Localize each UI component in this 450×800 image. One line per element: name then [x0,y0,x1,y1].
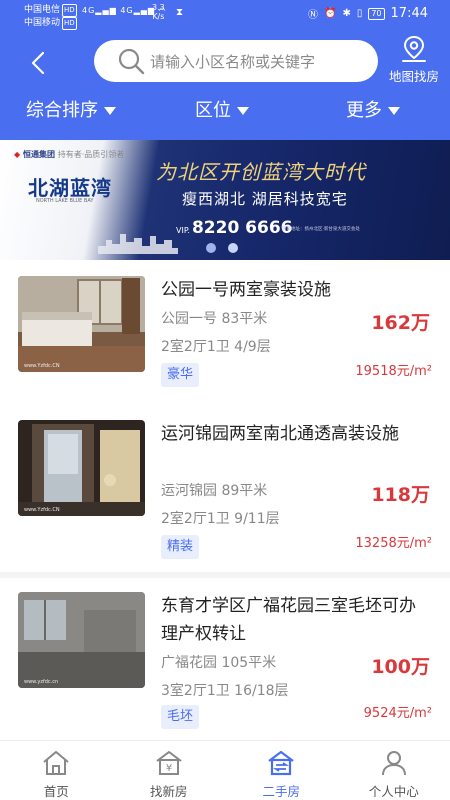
listing-unit-price: 19518元/m² [355,364,432,379]
nfc-icon: Ⓝ [307,10,318,21]
banner-group-name: 恒通集团 [22,150,55,159]
banner-group-slogan: 持有者·品质引领者 [57,150,125,159]
listing-tag: 豪华 [161,363,200,387]
user-icon [381,751,406,776]
listing-layout-floor: 3室2厅1卫 16/18层 [161,683,289,699]
listing-tag: 毛坯 [161,705,200,729]
promo-banner[interactable]: ◆ 恒通集团 持有者·品质引领者 北湖蓝湾 NORTH LAKE BLUE BA… [0,140,450,260]
status-bar: 中国电信 HD 中国移动 HD 4G▂▄▆ 4G▂▄▆ ◠ 3.3 K/s ⧗ Ⓝ … [0,0,450,30]
network-speed: 3.3 K/s [152,3,165,21]
carrier-1: 中国电信 [24,5,61,15]
banner-headline: 为北区开创蓝湾大时代 [156,160,366,184]
listing-title: 运河锦园两室南北通透高装设施 [161,424,399,444]
carrier-info: 中国电信 HD 中国移动 HD [24,4,77,30]
listing-unit-price: 13258元/m² [355,536,432,551]
listing-title: 东育才学区广福花园三室毛坯可办理产权转让 [161,596,416,644]
filter-bar: 综合排序 区位 更多 [0,96,450,126]
listing-community-area: 广福花园 105平米 [161,655,277,671]
svg-text:¥: ¥ [166,763,172,774]
banner-pagination [206,243,238,253]
triangle-down-icon [237,107,249,115]
filter-sort[interactable]: 综合排序 [26,96,116,122]
clock: 17:44 [390,6,428,21]
filter-sort-label: 综合排序 [26,100,98,121]
nav-second-hand[interactable]: 二手房 [225,741,338,800]
listing-total-price: 162万 [371,312,430,334]
banner-project-subtitle: NORTH LAKE BLUE BAY [36,198,94,204]
hd-badge: HD [62,4,77,17]
signal-icon: ▂▄▆ [95,6,117,15]
search-icon [118,48,145,75]
listing-photo: www.yzfdc.cn [18,592,145,688]
banner-project-name: 北湖蓝湾 [28,176,112,200]
listing-layout-floor: 2室2厅1卫 9/11层 [161,511,280,527]
bluetooth-icon: ✱ [342,8,351,19]
nav-profile-label: 个人中心 [368,784,419,799]
photo-watermark: www.Yzfdc.CN [24,507,60,513]
new-house-icon: ¥ [156,751,182,775]
map-pin-icon [402,35,426,62]
photo-watermark: www.yzfdc.cn [24,679,59,685]
search-placeholder: 请输入小区名称或关键字 [150,52,316,71]
listing-card[interactable]: www.Yzfdc.CN 运河锦园两室南北通透高装设施 运河锦园 89平米 2室… [0,406,450,578]
listing-tag: 精装 [161,535,200,559]
map-search-label: 地图找房 [388,69,439,84]
chevron-left-icon [31,51,45,75]
listing-community-area: 运河锦园 89平米 [161,483,268,499]
unfinished-room-photo [18,592,145,688]
second-hand-house-icon [268,750,294,776]
banner-group-logo: ◆ 恒通集团 持有者·品质引领者 [14,150,125,159]
skyline-illustration [98,234,178,254]
nav-new-house[interactable]: ¥ 找新房 [113,741,226,800]
banner-phone: 8220 6666 [191,218,293,238]
bedroom-photo [18,276,145,372]
banner-dot[interactable] [206,243,216,253]
listing-community-area: 公园一号 83平米 [161,311,268,327]
filter-district[interactable]: 区位 [195,96,249,122]
triangle-down-icon [104,107,116,115]
listing-photo: www.Yzfdc.CN [18,420,145,516]
nav-home[interactable]: 首页 [0,741,113,800]
back-button[interactable] [28,50,48,76]
bottom-nav: 首页 ¥ 找新房 二手房 个人中心 [0,740,450,800]
nav-profile[interactable]: 个人中心 [338,741,450,800]
nav-new-house-label: 找新房 [149,784,188,799]
living-room-photo [18,420,145,516]
banner-vip-label: VIP. [176,226,190,235]
listing-total-price: 118万 [371,484,430,506]
listing-layout-floor: 2室2厅1卫 4/9层 [161,339,271,355]
nav-home-label: 首页 [43,784,69,799]
search-input[interactable]: 请输入小区名称或关键字 [94,40,378,82]
listing-unit-price: 9524元/m² [363,706,432,721]
banner-hotline: VIP. 8220 6666 [176,218,293,238]
banner-dot[interactable] [228,243,238,253]
network-type-2: 4G [120,6,134,15]
banner-tagline: 瘦西湖北 湖居科技宽宅 [182,190,348,208]
filter-more-label: 更多 [346,100,382,121]
listing-total-price: 100万 [371,656,430,678]
speed-unit: K/s [152,12,165,21]
carrier-2: 中国移动 [24,18,61,28]
vibrate-icon: ▯ [356,8,363,19]
hourglass-icon: ⧗ [176,7,184,18]
home-icon [43,751,69,775]
listing-photo: www.Yzfdc.CN [18,276,145,372]
battery-icon: 70 [368,7,385,20]
filter-more[interactable]: 更多 [346,96,400,122]
app-header: 中国电信 HD 中国移动 HD 4G▂▄▆ 4G▂▄▆ ◠ 3.3 K/s ⧗ Ⓝ … [0,0,450,140]
listing-card[interactable]: www.yzfdc.cn 东育才学区广福花园三室毛坯可办理产权转让 广福花园 1… [0,578,450,758]
triangle-down-icon [388,107,400,115]
network-type-1: 4G [82,6,96,15]
filter-district-label: 区位 [195,100,231,121]
map-search-button[interactable]: 地图找房 [384,34,444,85]
speed-value: 3.3 [152,3,165,12]
banner-address: 项目地址：扬州北区·新甘泉大道交会处 [282,227,360,232]
photo-watermark: www.Yzfdc.CN [24,363,60,369]
hd-badge: HD [62,17,77,30]
nav-second-hand-label: 二手房 [262,784,300,799]
alarm-icon: ⏰ [323,8,337,19]
status-right: Ⓝ ⏰ ✱ ▯ 70 17:44 [308,6,428,21]
listing-title: 公园一号两室豪装设施 [161,280,331,300]
listing-card[interactable]: www.Yzfdc.CN 公园一号两室豪装设施 公园一号 83平米 2室2厅1卫… [0,260,450,430]
